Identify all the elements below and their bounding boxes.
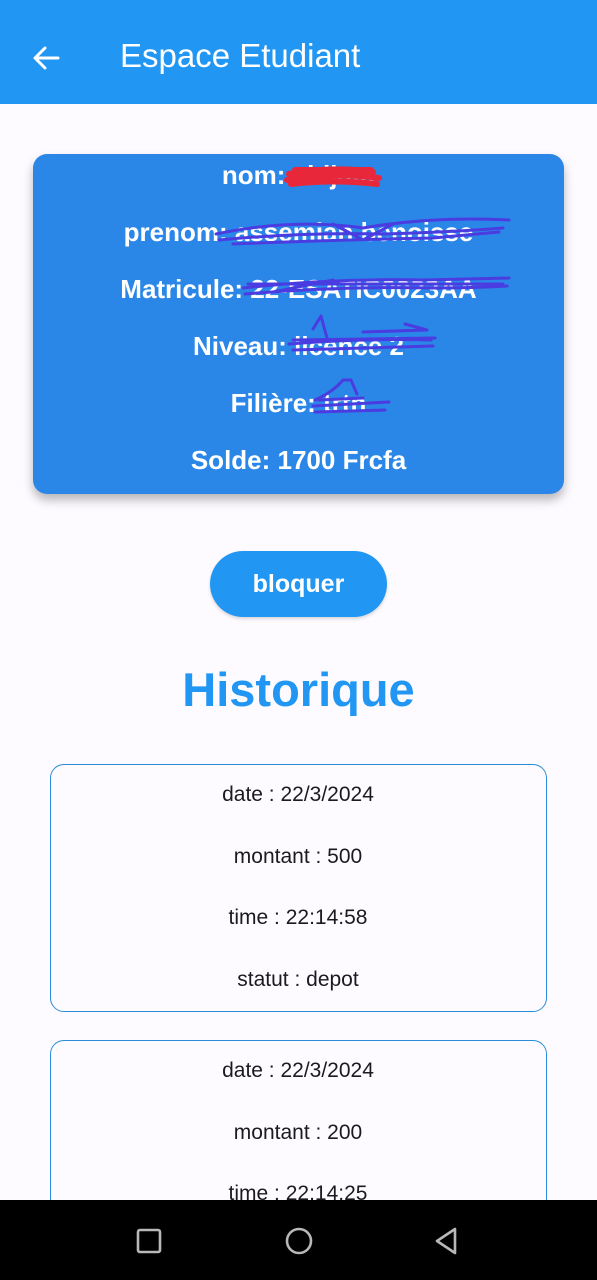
system-nav-bar (0, 1200, 597, 1280)
history-date: date : 22/3/2024 (222, 1059, 374, 1082)
redaction-scribble (214, 166, 511, 414)
history-card: date : 22/3/2024 montant : 500 time : 22… (50, 764, 547, 1012)
square-icon[interactable] (132, 1224, 166, 1258)
history-time: time : 22:14:25 (228, 1182, 368, 1200)
block-button[interactable]: bloquer (210, 551, 387, 617)
student-info-card: nom: aidjata prenom: assemian benoisse M… (33, 154, 564, 494)
triangle-back-icon[interactable] (430, 1224, 464, 1258)
circle-icon[interactable] (282, 1224, 316, 1258)
history-card: date : 22/3/2024 montant : 200 time : 22… (50, 1040, 547, 1200)
main-content[interactable]: nom: aidjata prenom: assemian benoisse M… (0, 104, 597, 1200)
app-bar: Espace Etudiant (0, 0, 597, 104)
back-button[interactable] (26, 38, 66, 78)
history-date: date : 22/3/2024 (222, 783, 374, 806)
history-title: Historique (182, 663, 415, 716)
history-status: statut : depot (237, 968, 359, 991)
page-title: Espace Etudiant (120, 37, 361, 74)
history-time: time : 22:14:58 (228, 906, 368, 929)
history-amount: montant : 200 (233, 1121, 363, 1144)
history-amount: montant : 500 (233, 845, 363, 868)
arrow-back-icon (33, 46, 60, 70)
